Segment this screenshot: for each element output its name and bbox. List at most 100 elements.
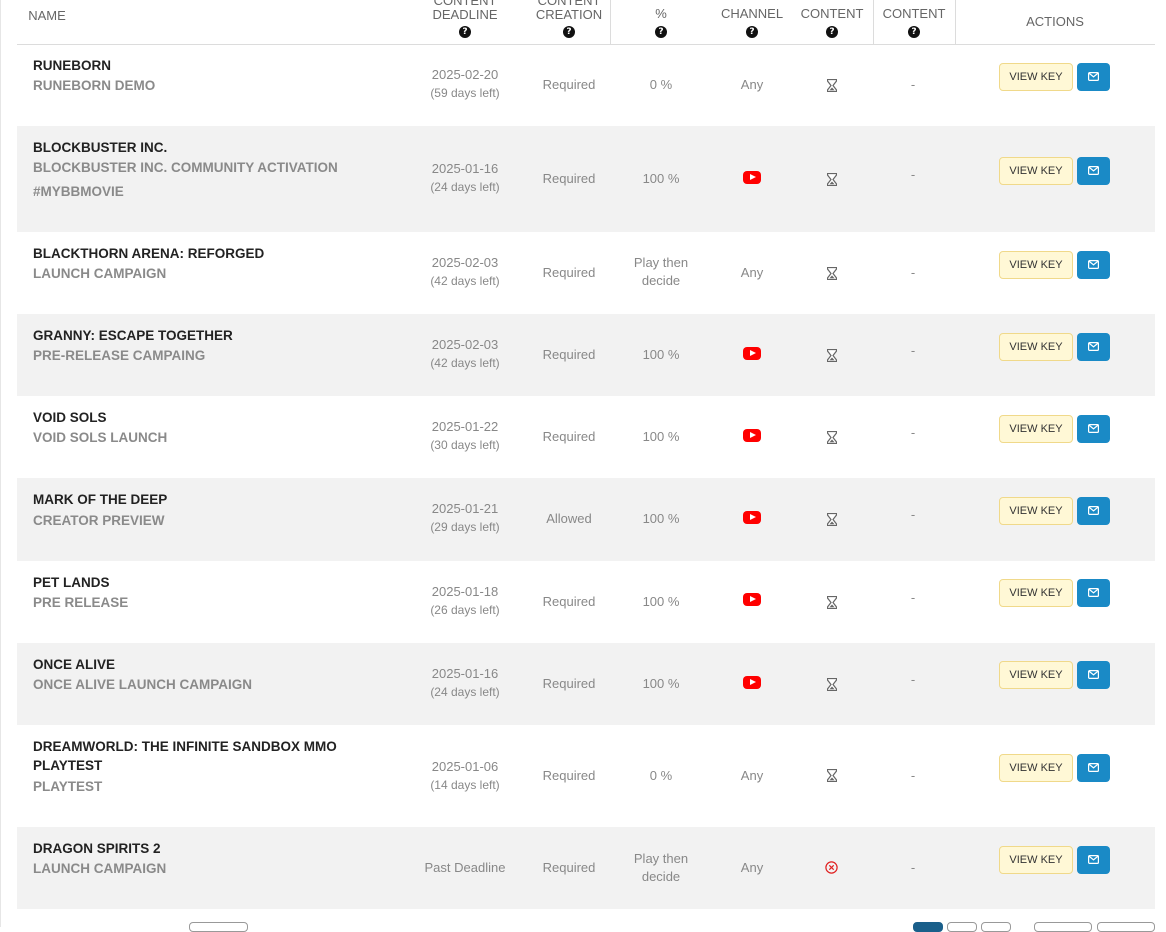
youtube-icon: [743, 429, 761, 442]
deadline-cell: 2025-01-22 (30 days left): [415, 418, 515, 454]
mail-icon: [1088, 424, 1099, 433]
view-key-button[interactable]: VIEW KEY: [999, 497, 1073, 525]
deadline-date: 2025-01-16: [431, 666, 499, 681]
email-button[interactable]: [1077, 63, 1110, 91]
help-icon[interactable]: ?: [655, 26, 667, 38]
deadline-date: 2025-02-20: [431, 67, 499, 82]
creation-cell: Required: [542, 676, 596, 691]
pagination-page-current[interactable]: [913, 922, 943, 932]
view-key-button[interactable]: VIEW KEY: [999, 251, 1073, 279]
email-button[interactable]: [1077, 497, 1110, 525]
view-key-button[interactable]: VIEW KEY: [999, 333, 1073, 361]
header-name[interactable]: NAME: [17, 0, 77, 44]
help-icon[interactable]: ?: [563, 26, 575, 38]
header-content-label: CONTENT: [800, 6, 864, 21]
help-icon[interactable]: ?: [908, 26, 920, 38]
view-key-button[interactable]: VIEW KEY: [999, 579, 1073, 607]
deadline-cell: 2025-02-03 (42 days left): [415, 336, 515, 372]
email-button[interactable]: [1077, 579, 1110, 607]
deadline-cell: Past Deadline: [424, 860, 506, 875]
youtube-icon: [743, 593, 761, 606]
days-left: (42 days left): [430, 356, 500, 370]
view-key-button[interactable]: VIEW KEY: [999, 846, 1073, 874]
page-left-border: [0, 0, 1, 927]
hourglass-icon: [827, 769, 837, 782]
table-row: PET LANDS PRE RELEASE 2025-01-18 (26 days…: [17, 561, 1155, 643]
email-button[interactable]: [1077, 251, 1110, 279]
pagination-last-button[interactable]: [1097, 922, 1155, 932]
header-channel[interactable]: CHANNEL ?: [712, 0, 792, 44]
header-deadline[interactable]: CONTENT DEADLINE ?: [425, 0, 505, 44]
campaign-title: DREAMWORLD: THE INFINITE SANDBOX MMO PLA…: [33, 739, 337, 773]
header-percent-label: %: [655, 6, 667, 21]
content-2-cell: -: [910, 265, 916, 280]
deadline-date: 2025-01-22: [431, 419, 499, 434]
view-key-button[interactable]: VIEW KEY: [999, 754, 1073, 782]
youtube-icon: [743, 676, 761, 689]
percent-cell: 100 %: [642, 171, 680, 186]
help-icon[interactable]: ?: [826, 26, 838, 38]
days-left: (29 days left): [430, 520, 500, 534]
email-button[interactable]: [1077, 846, 1110, 874]
mail-icon: [1088, 166, 1099, 175]
email-button[interactable]: [1077, 415, 1110, 443]
percent-cell: 100 %: [642, 676, 680, 691]
campaign-title: BLACKTHORN ARENA: REFORGED: [33, 246, 265, 261]
view-key-button[interactable]: VIEW KEY: [999, 157, 1073, 185]
header-creation[interactable]: CONTENT CREATION ?: [529, 0, 609, 44]
header-content-2[interactable]: CONTENT ?: [874, 0, 954, 44]
deadline-cell: 2025-02-03 (42 days left): [415, 254, 515, 290]
content-2-cell: -: [910, 860, 916, 875]
deadline-date: 2025-01-06: [431, 759, 499, 774]
header-divider: [955, 0, 956, 44]
campaign-title: ONCE ALIVE: [33, 657, 116, 672]
pagination-page[interactable]: [981, 922, 1011, 932]
campaign-subtitle: RUNEBORN DEMO: [33, 78, 156, 93]
header-divider: [610, 0, 611, 44]
view-key-button[interactable]: VIEW KEY: [999, 661, 1073, 689]
campaign-subtitle: ONCE ALIVE LAUNCH CAMPAIGN: [33, 677, 252, 692]
pagination-page[interactable]: [947, 922, 977, 932]
header-content[interactable]: CONTENT ?: [792, 0, 872, 44]
per-page-select[interactable]: [189, 922, 248, 932]
deadline-cell: 2025-01-16 (24 days left): [415, 665, 515, 701]
mail-icon: [1088, 506, 1099, 515]
hourglass-icon: [827, 79, 837, 92]
view-key-button[interactable]: VIEW KEY: [999, 415, 1073, 443]
mail-icon: [1088, 588, 1099, 597]
deadline-cell: 2025-01-06 (14 days left): [415, 758, 515, 794]
hourglass-icon: [827, 173, 837, 186]
header-percent[interactable]: % ?: [631, 0, 691, 44]
table-row: BLACKTHORN ARENA: REFORGED LAUNCH CAMPAI…: [17, 232, 1155, 314]
help-icon[interactable]: ?: [459, 26, 471, 38]
content-2-cell: -: [910, 768, 916, 783]
email-button[interactable]: [1077, 754, 1110, 782]
hourglass-icon: [827, 349, 837, 362]
deadline-date: 2025-01-16: [431, 161, 499, 176]
view-key-button[interactable]: VIEW KEY: [999, 63, 1073, 91]
youtube-icon: [743, 171, 761, 184]
email-button[interactable]: [1077, 661, 1110, 689]
pagination-next-button[interactable]: [1034, 922, 1092, 932]
creation-cell: Required: [542, 347, 596, 362]
deadline-date: 2025-02-03: [431, 255, 499, 270]
table-row: RUNEBORN RUNEBORN DEMO 2025-02-20 (59 day…: [17, 44, 1155, 126]
campaign-title: MARK OF THE DEEP: [33, 492, 168, 507]
help-icon[interactable]: ?: [746, 26, 758, 38]
deadline-date: 2025-02-03: [431, 337, 499, 352]
email-button[interactable]: [1077, 333, 1110, 361]
deadline-cell: 2025-01-21 (29 days left): [415, 500, 515, 536]
creation-cell: Required: [542, 265, 596, 280]
days-left: (24 days left): [430, 180, 500, 194]
days-left: (59 days left): [430, 86, 500, 100]
days-left: (42 days left): [430, 274, 500, 288]
channel-cell: Any: [740, 77, 764, 92]
days-left: (24 days left): [430, 685, 500, 699]
header-actions: ACTIONS: [1007, 0, 1103, 44]
email-button[interactable]: [1077, 157, 1110, 185]
hourglass-icon: [827, 513, 837, 526]
content-2-cell: -: [910, 77, 916, 92]
days-left: (30 days left): [430, 438, 500, 452]
campaign-subtitle: LAUNCH CAMPAIGN: [33, 266, 167, 281]
hourglass-icon: [827, 596, 837, 609]
